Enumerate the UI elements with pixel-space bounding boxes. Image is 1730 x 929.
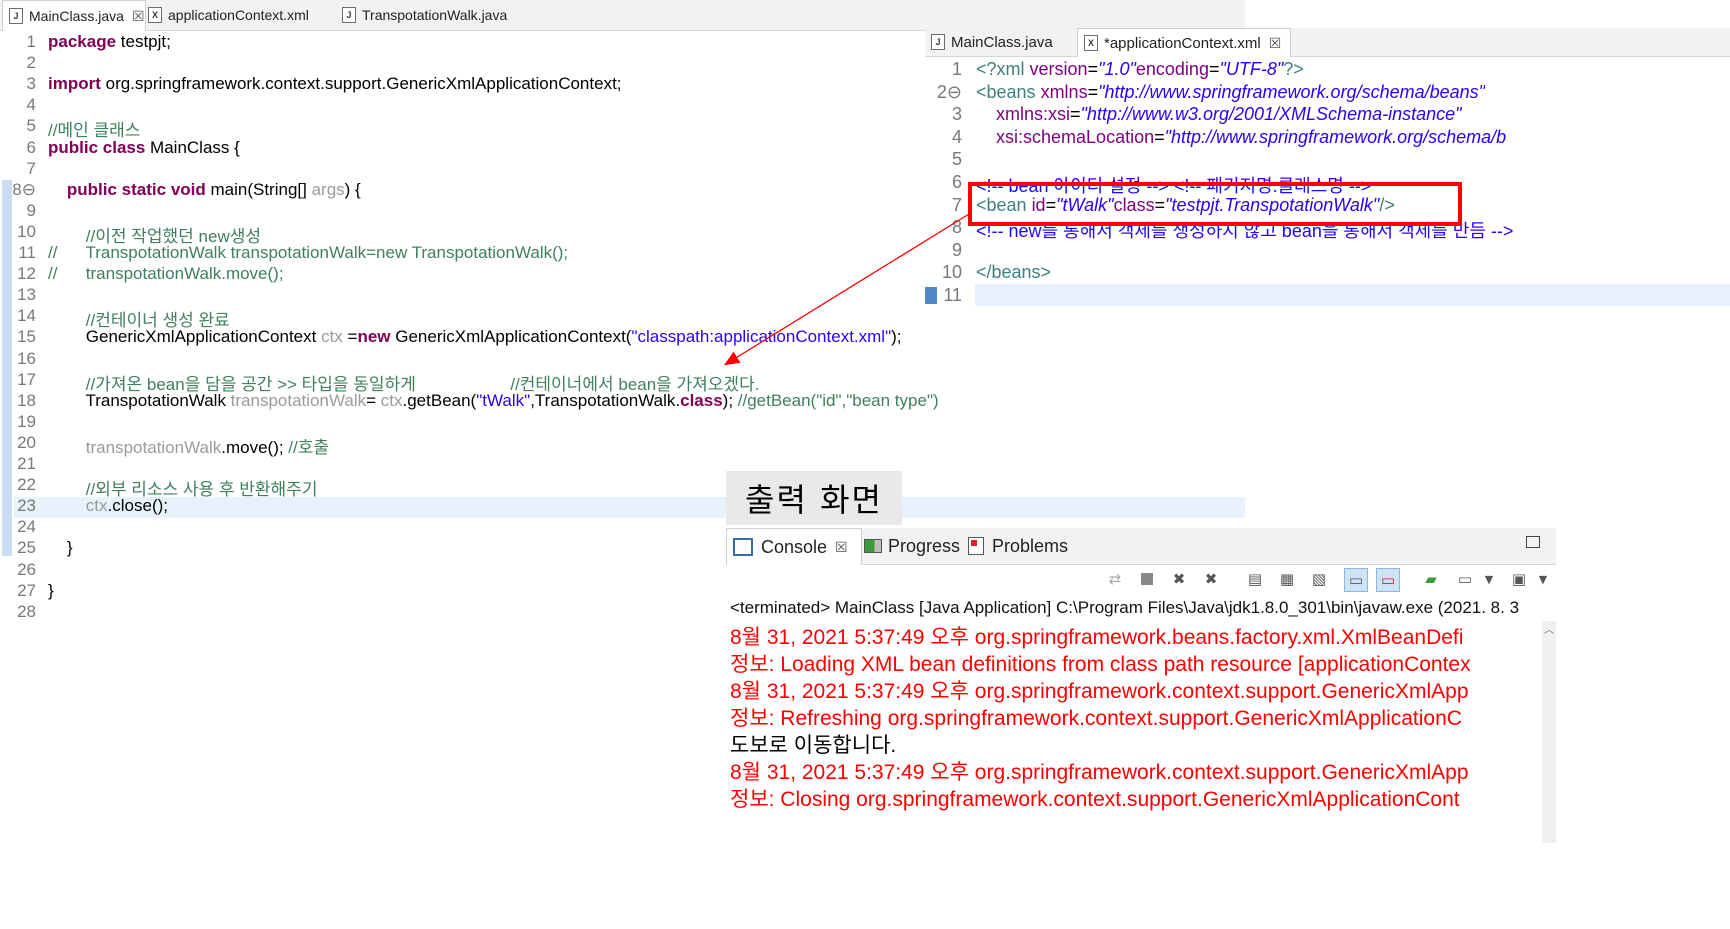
tab-label: Progress xyxy=(888,535,961,556)
progress-icon xyxy=(864,539,882,553)
close-icon[interactable]: ☒ xyxy=(835,539,848,556)
show-on-output-icon[interactable]: ▭ xyxy=(1344,568,1368,592)
output-label: 출력 화면 xyxy=(726,471,902,525)
chevron-down-icon[interactable]: ▼ xyxy=(1478,568,1500,590)
output-label-text: 출력 화면 xyxy=(745,481,883,519)
console-status: <terminated> MainClass [Java Application… xyxy=(730,598,1520,617)
tab-label: Console xyxy=(761,536,828,557)
display-console-icon[interactable]: ▭ xyxy=(1454,568,1476,590)
remove-all-icon[interactable]: ✖ xyxy=(1200,568,1222,590)
clear-console-icon[interactable]: ▤ xyxy=(1244,568,1266,590)
console-toolbar: ⇄ ✖ ✖ ▤ ▦ ▧ ▭ ▭ ▰ ▭ ▼ ▣ ▼ xyxy=(1100,568,1556,596)
console-line: 8월 31, 2021 5:37:49 오후 org.springframewo… xyxy=(730,680,1469,703)
console-scrollbar[interactable]: ︿ xyxy=(1542,621,1556,843)
scroll-up-icon[interactable]: ︿ xyxy=(1542,621,1556,636)
tab-progress[interactable]: Progress xyxy=(864,528,964,564)
console-line: 8월 31, 2021 5:37:49 오후 org.springframewo… xyxy=(730,626,1464,649)
console-line: 정보: Refreshing org.springframework.conte… xyxy=(730,707,1462,730)
problems-icon xyxy=(968,537,984,555)
console-line: 도보로 이동합니다. xyxy=(730,734,897,757)
console-line: 정보: Closing org.springframework.context.… xyxy=(730,788,1460,811)
chevron-down-icon[interactable]: ▼ xyxy=(1532,568,1554,590)
link-icon[interactable]: ⇄ xyxy=(1104,568,1126,590)
console-icon xyxy=(733,538,753,556)
console-line: 정보: Loading XML bean definitions from cl… xyxy=(730,653,1471,676)
word-wrap-icon[interactable]: ▧ xyxy=(1308,568,1330,590)
tab-problems[interactable]: Problems xyxy=(968,528,1078,564)
maximize-icon[interactable] xyxy=(1526,536,1540,548)
scroll-lock-icon[interactable]: ▦ xyxy=(1276,568,1298,590)
console-output[interactable]: 8월 31, 2021 5:37:49 오후 org.springframewo… xyxy=(730,621,1538,821)
console-tabbar: Console ☒ Progress Problems xyxy=(726,528,1556,565)
pin-console-icon[interactable]: ▰ xyxy=(1420,568,1442,590)
tab-console[interactable]: Console ☒ xyxy=(726,528,862,565)
stop-icon[interactable] xyxy=(1136,568,1158,590)
remove-launch-icon[interactable]: ✖ xyxy=(1168,568,1190,590)
show-on-error-icon[interactable]: ▭ xyxy=(1376,568,1400,592)
console-line: 8월 31, 2021 5:37:49 오후 org.springframewo… xyxy=(730,761,1469,784)
open-console-icon[interactable]: ▣ xyxy=(1508,568,1530,590)
tab-label: Problems xyxy=(992,535,1069,556)
